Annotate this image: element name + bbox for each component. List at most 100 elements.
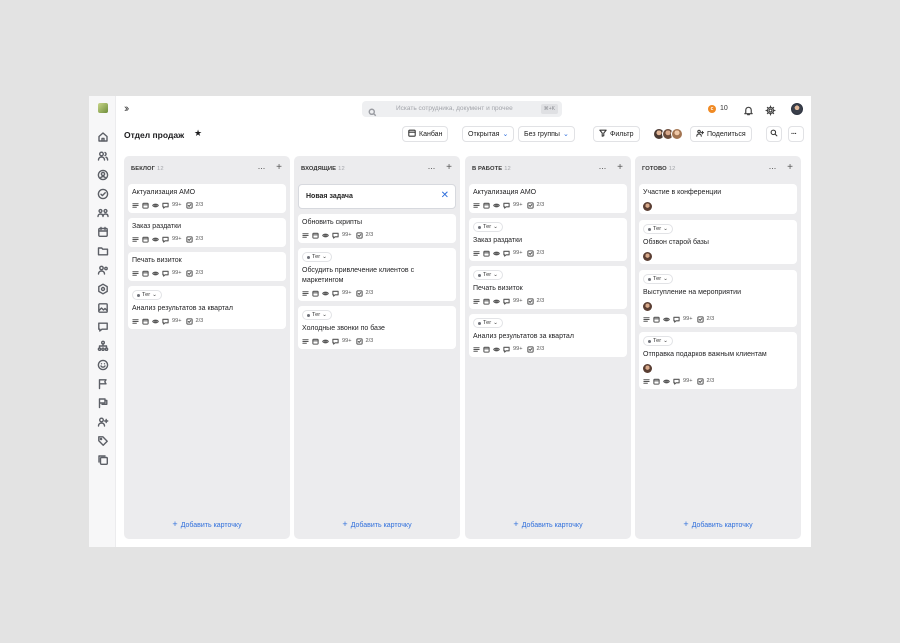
settings-icon[interactable]: [765, 103, 777, 116]
smile-icon[interactable]: [96, 358, 109, 371]
card-meta: 99+ 2/3: [473, 345, 544, 353]
task-card[interactable]: Участие в конференции: [639, 184, 797, 214]
checklist-icon: [185, 201, 193, 209]
coin-icon[interactable]: c: [708, 105, 716, 113]
image-gallery-icon[interactable]: [96, 301, 109, 314]
org-structure-icon[interactable]: [96, 339, 109, 352]
filter-label: Фильтр: [610, 130, 634, 138]
tag-badge[interactable]: Тег ⌄: [473, 318, 503, 328]
description-icon: [132, 236, 139, 243]
page-header: Отдел продаж ★ Канбан Открытая ⌄ Без гру…: [116, 122, 811, 148]
task-card[interactable]: Тег ⌄ Выступление на мероприятии 99+ 2/3: [639, 270, 797, 327]
settings-gear-icon[interactable]: [96, 282, 109, 295]
card-meta: 99+ 2/3: [473, 249, 544, 257]
assignee-avatar[interactable]: [643, 364, 652, 373]
checklist-icon: [355, 231, 363, 239]
task-card[interactable]: Тег ⌄ Анализ результатов за квартал 99+ 2/…: [128, 286, 286, 329]
flag-icon[interactable]: [96, 377, 109, 390]
card-meta: 99+ 2/3: [132, 269, 203, 277]
plus-icon: +: [683, 519, 689, 529]
task-card[interactable]: Тег ⌄ Обзвон старой базы: [639, 220, 797, 264]
column-add-button[interactable]: +: [617, 162, 623, 173]
tag-badge[interactable]: Тег ⌄: [643, 274, 673, 284]
task-card[interactable]: Тег ⌄ Анализ результатов за квартал 99+ 2/…: [469, 314, 627, 357]
tag-badge[interactable]: Тег ⌄: [473, 222, 503, 232]
plus-icon: +: [342, 519, 348, 529]
task-card[interactable]: Тег ⌄ Заказ раздатки 99+ 2/3: [469, 218, 627, 261]
tag-icon[interactable]: [96, 434, 109, 447]
more-options-button[interactable]: ···: [788, 126, 804, 142]
grouping-dropdown[interactable]: Без группы ⌄: [518, 126, 575, 142]
task-card[interactable]: Актуализация АМО 99+ 2/3: [128, 184, 286, 213]
checklist-icon: [185, 317, 193, 325]
column-menu-button[interactable]: ···: [428, 163, 436, 173]
profile-icon[interactable]: [96, 168, 109, 181]
task-card[interactable]: Тег ⌄ Отправка подарков важным клиентам 9…: [639, 332, 797, 389]
card-title: Обзвон старой базы: [643, 239, 709, 246]
eye-icon: [493, 202, 500, 209]
eye-icon: [152, 202, 159, 209]
close-icon[interactable]: ✕: [441, 191, 449, 201]
task-card[interactable]: Обновить скрипты 99+ 2/3: [298, 214, 456, 243]
page-title: Отдел продаж: [124, 130, 185, 140]
tag-badge[interactable]: Тег ⌄: [473, 270, 503, 280]
assignee-avatar[interactable]: [643, 202, 652, 211]
add-card-button[interactable]: + Добавить карточку: [124, 519, 290, 529]
member-avatar[interactable]: [671, 128, 683, 140]
task-card[interactable]: Тег ⌄ Холодные звонки по базе 99+ 2/3: [298, 306, 456, 349]
users-icon[interactable]: [96, 149, 109, 162]
column-add-button[interactable]: +: [787, 162, 793, 173]
column-menu-button[interactable]: ···: [769, 163, 777, 173]
search-input[interactable]: Искать сотрудника, документ и прочее ⌘+K: [362, 101, 562, 117]
column-add-button[interactable]: +: [446, 162, 452, 173]
calendar-icon: [483, 346, 490, 353]
task-card[interactable]: Заказ раздатки 99+ 2/3: [128, 218, 286, 247]
user-avatar[interactable]: [791, 103, 803, 115]
favorite-star-icon[interactable]: ★: [194, 128, 202, 139]
column-menu-button[interactable]: ···: [258, 163, 266, 173]
app-logo[interactable]: [98, 103, 108, 113]
add-card-button[interactable]: + Добавить карточку: [635, 519, 801, 529]
goals-flag-icon[interactable]: [96, 396, 109, 409]
add-card-button[interactable]: + Добавить карточку: [465, 519, 631, 529]
column-add-button[interactable]: +: [276, 162, 282, 173]
chevron-down-icon: ⌄: [562, 131, 569, 138]
tag-badge[interactable]: Тег ⌄: [302, 252, 332, 262]
tag-badge[interactable]: Тег ⌄: [132, 290, 162, 300]
checklist-count: 2/3: [195, 318, 204, 324]
task-card[interactable]: Печать визиток 99+ 2/3: [128, 252, 286, 281]
view-kanban-button[interactable]: Канбан: [402, 126, 449, 142]
task-card[interactable]: Тег ⌄ Печать визиток 99+ 2/3: [469, 266, 627, 309]
eye-icon: [322, 290, 329, 297]
column-menu-button[interactable]: ···: [599, 163, 607, 173]
add-card-button[interactable]: + Добавить карточку: [294, 519, 460, 529]
search-board-button[interactable]: [766, 126, 782, 142]
chat-icon[interactable]: [96, 320, 109, 333]
checklist-icon: [355, 337, 363, 345]
tag-badge[interactable]: Тег ⌄: [302, 310, 332, 320]
card-title: Анализ результатов за квартал: [132, 305, 233, 312]
share-button[interactable]: Поделиться: [690, 126, 752, 142]
comment-icon: [162, 202, 169, 209]
status-filter-dropdown[interactable]: Открытая ⌄: [462, 126, 515, 142]
user-group-settings-icon[interactable]: [96, 263, 109, 276]
folder-icon[interactable]: [96, 244, 109, 257]
bell-icon[interactable]: [743, 103, 755, 116]
search-icon: [770, 129, 778, 139]
new-task-input[interactable]: Новая задача ✕: [298, 184, 456, 209]
home-icon[interactable]: [96, 130, 109, 143]
tag-badge[interactable]: Тег ⌄: [643, 336, 673, 346]
task-card[interactable]: Актуализация АМО 99+ 2/3: [469, 184, 627, 213]
calendar-icon[interactable]: [96, 225, 109, 238]
filter-button[interactable]: Фильтр: [593, 126, 640, 142]
card-title: Отправка подарков важным клиентам: [643, 351, 767, 358]
copy-icon[interactable]: [96, 453, 109, 466]
task-card[interactable]: Тег ⌄ Обсудить привлечение клиентов с мар…: [298, 248, 456, 301]
expand-sidebar-icon[interactable]: ››: [124, 103, 130, 115]
add-user-icon[interactable]: [96, 415, 109, 428]
assignee-avatar[interactable]: [643, 252, 652, 261]
tasks-check-icon[interactable]: [96, 187, 109, 200]
assignee-avatar[interactable]: [643, 302, 652, 311]
tag-badge[interactable]: Тег ⌄: [643, 224, 673, 234]
team-icon[interactable]: [96, 206, 109, 219]
